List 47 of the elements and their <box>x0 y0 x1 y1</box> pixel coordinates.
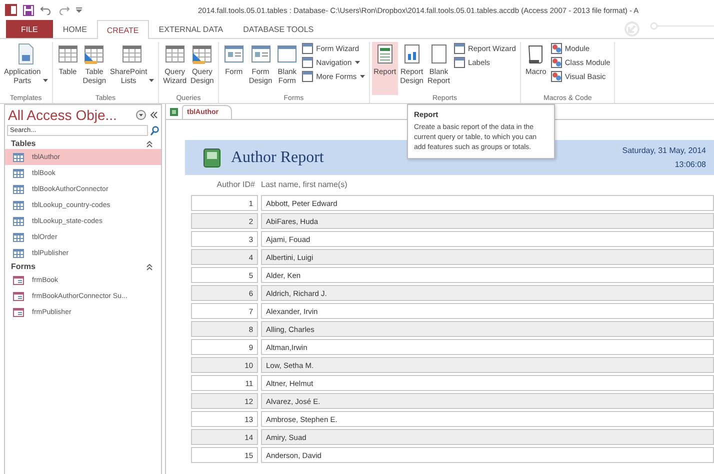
dropdown-circle-icon[interactable] <box>136 110 146 120</box>
form-icon <box>250 43 272 65</box>
table-icon <box>13 184 24 194</box>
form-icon <box>222 43 245 65</box>
undo-icon[interactable] <box>40 5 52 15</box>
module-icon <box>550 57 562 68</box>
form-icon <box>13 308 24 316</box>
query-icon <box>191 43 214 65</box>
report-title: Author Report <box>231 148 325 166</box>
table-icon <box>121 43 144 65</box>
file-tab[interactable]: FILE <box>6 20 53 38</box>
column-header: Last name, first name(s) <box>261 180 348 188</box>
section-header[interactable]: Tables <box>11 139 36 148</box>
notebook-icon <box>203 148 221 168</box>
caret-icon <box>360 75 365 78</box>
chevron-icon[interactable] <box>146 262 153 270</box>
table-icon <box>56 43 79 65</box>
table-icon <box>13 248 24 258</box>
module-icon <box>550 71 562 82</box>
caret-icon <box>42 79 48 82</box>
search-icon <box>150 126 159 136</box>
column-header: Author ID# <box>216 180 255 188</box>
table-icon <box>13 200 24 210</box>
save-icon[interactable] <box>23 4 34 16</box>
customize-caret-icon[interactable] <box>76 7 82 13</box>
report-date: Saturday, 31 May, 2014 <box>622 146 706 155</box>
form-icon <box>13 292 24 300</box>
module-icon <box>550 43 562 54</box>
collapse-icon[interactable] <box>150 111 158 119</box>
section-header[interactable]: Forms <box>11 262 36 271</box>
caret-icon <box>149 79 154 82</box>
pane-title: All Access Obje... <box>8 107 118 123</box>
table-icon <box>13 216 24 226</box>
table-icon <box>83 43 106 65</box>
ribbon-tab[interactable]: CREATE <box>96 20 149 39</box>
report-icon <box>170 108 178 116</box>
app-logo-icon <box>5 4 17 16</box>
caret-icon <box>354 61 360 64</box>
query-icon <box>164 43 186 65</box>
chevron-icon[interactable] <box>146 140 153 148</box>
redo-icon[interactable] <box>58 5 70 15</box>
form-icon <box>13 276 24 284</box>
table-icon <box>13 152 24 162</box>
form-icon <box>276 43 298 65</box>
report-time: 13:06:08 <box>674 160 706 169</box>
table-icon <box>13 168 24 178</box>
table-icon <box>13 232 24 242</box>
